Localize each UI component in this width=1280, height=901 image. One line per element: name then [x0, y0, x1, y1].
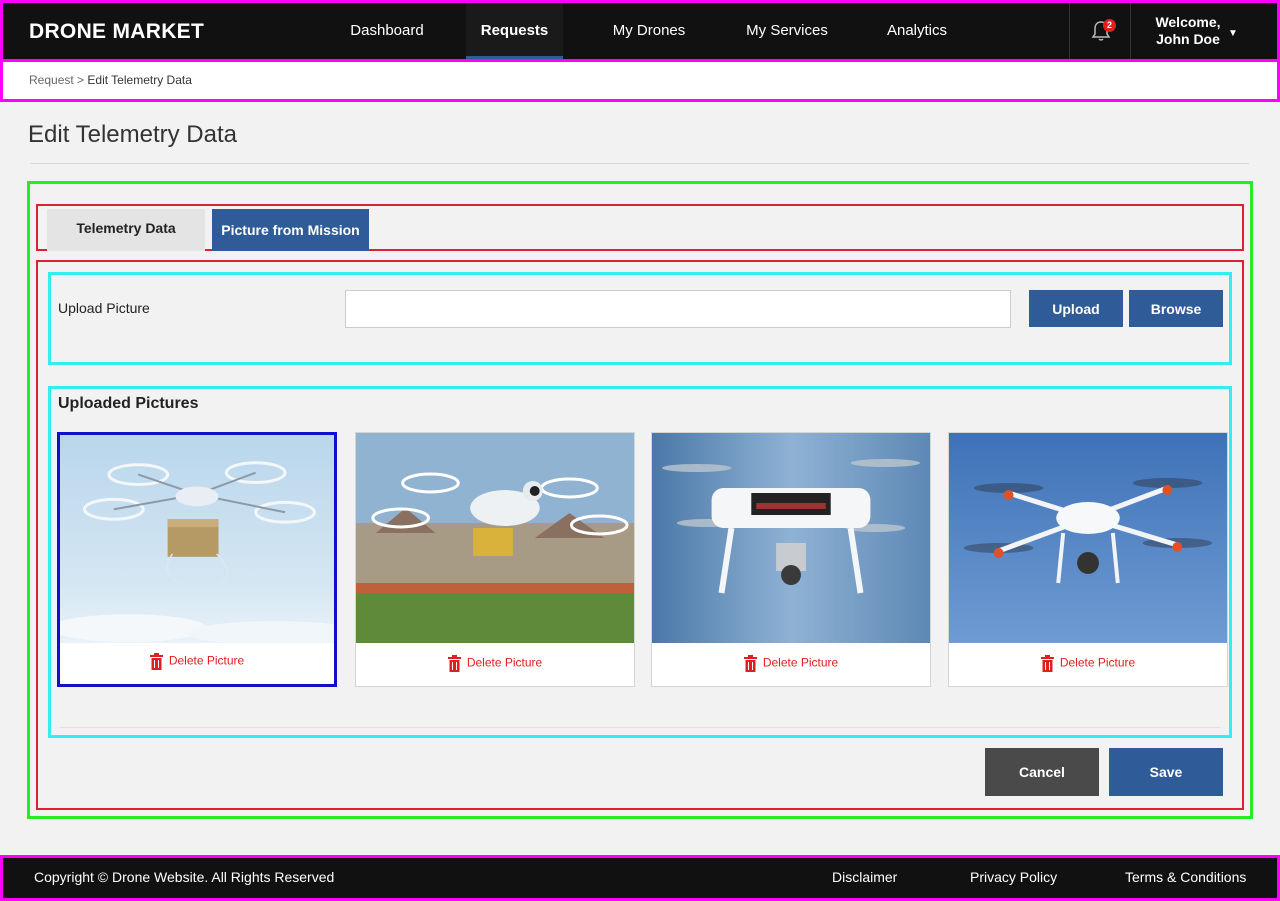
breadcrumb: Request > Edit Telemetry Data [29, 73, 192, 87]
tab-picture-from-mission[interactable]: Picture from Mission [212, 209, 369, 251]
tabs-bar: Telemetry Data Picture from Mission [36, 204, 1244, 251]
gallery-divider [60, 727, 1220, 728]
delete-picture-link[interactable]: Delete Picture [60, 653, 334, 670]
trash-icon [743, 655, 757, 672]
page-title: Edit Telemetry Data [28, 121, 237, 148]
trash-icon [447, 655, 461, 672]
drone-photo-town [356, 433, 634, 643]
picture-card[interactable]: Delete Picture [651, 432, 931, 687]
save-button[interactable]: Save [1109, 748, 1223, 796]
chevron-down-icon[interactable]: ▼ [1228, 28, 1238, 39]
upload-picture-input[interactable] [345, 290, 1011, 328]
uploaded-pictures-title: Uploaded Pictures [58, 395, 199, 412]
upload-button[interactable]: Upload [1029, 290, 1123, 327]
tab-telemetry-data[interactable]: Telemetry Data [47, 209, 205, 251]
nav-requests[interactable]: Requests [466, 3, 563, 59]
notifications-button[interactable]: 2 [1069, 3, 1131, 59]
footer: Copyright © Drone Website. All Rights Re… [0, 855, 1280, 901]
delete-picture-label: Delete Picture [168, 653, 245, 668]
footer-link-privacy-policy[interactable]: Privacy Policy [970, 869, 1057, 885]
top-navbar: DRONE MARKET Dashboard Requests My Drone… [0, 0, 1280, 62]
user-name: John Doe [1156, 31, 1220, 47]
picture-card[interactable]: Delete Picture [948, 432, 1228, 687]
welcome-text: Welcome, [1155, 14, 1221, 30]
browse-button[interactable]: Browse [1129, 290, 1223, 327]
picture-card[interactable]: Delete Picture [57, 432, 337, 687]
nav-analytics[interactable]: Analytics [872, 3, 962, 59]
nav-dashboard[interactable]: Dashboard [333, 3, 441, 59]
delete-picture-label: Delete Picture [762, 655, 839, 670]
drone-photo-quadcopter-sky [949, 433, 1227, 643]
delete-picture-link[interactable]: Delete Picture [949, 655, 1227, 672]
breadcrumb-current: Edit Telemetry Data [87, 73, 192, 87]
delete-picture-label: Delete Picture [1059, 655, 1136, 670]
delete-picture-label: Delete Picture [466, 655, 543, 670]
delete-picture-link[interactable]: Delete Picture [356, 655, 634, 672]
upload-picture-label: Upload Picture [58, 300, 150, 316]
delete-picture-link[interactable]: Delete Picture [652, 655, 930, 672]
trash-icon [149, 653, 163, 670]
footer-link-terms[interactable]: Terms & Conditions [1125, 869, 1246, 885]
drone-photo-delivery-box [60, 435, 334, 643]
footer-link-disclaimer[interactable]: Disclaimer [832, 869, 897, 885]
title-divider [30, 163, 1249, 164]
cancel-button[interactable]: Cancel [985, 748, 1099, 796]
nav-my-drones[interactable]: My Drones [595, 3, 703, 59]
breadcrumb-bar: Request > Edit Telemetry Data [0, 62, 1280, 102]
app-logo[interactable]: DRONE MARKET [29, 20, 204, 44]
drone-photo-camera-blue [652, 433, 930, 643]
notification-count-badge: 2 [1103, 19, 1116, 32]
nav-my-services[interactable]: My Services [731, 3, 843, 59]
user-menu[interactable]: Welcome, John Doe [1143, 14, 1233, 48]
trash-icon [1040, 655, 1054, 672]
copyright-text: Copyright © Drone Website. All Rights Re… [34, 869, 335, 885]
picture-card[interactable]: Delete Picture [355, 432, 635, 687]
breadcrumb-parent[interactable]: Request > [29, 73, 84, 87]
